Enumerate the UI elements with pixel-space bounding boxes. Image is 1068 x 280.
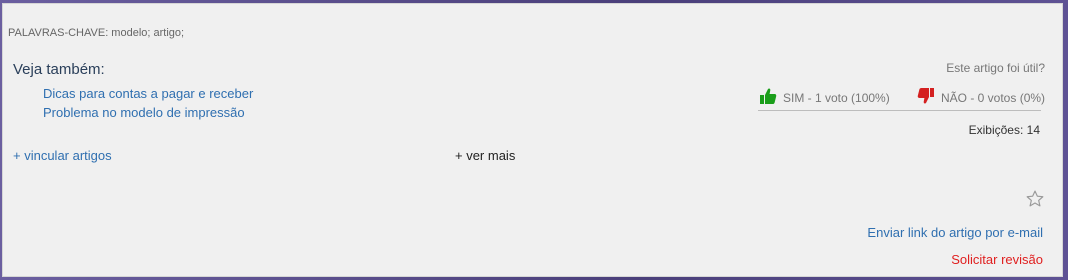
vote-no-label: NÃO - 0 votos (0%) bbox=[941, 90, 1046, 105]
article-footer-panel: PALAVRAS-CHAVE: modelo; artigo; Veja tam… bbox=[2, 3, 1063, 277]
email-article-link[interactable]: Enviar link do artigo por e-mail bbox=[867, 225, 1043, 240]
see-more-link[interactable]: + ver mais bbox=[455, 148, 515, 163]
feedback-divider bbox=[758, 110, 1041, 111]
thumbs-down-icon bbox=[917, 87, 941, 108]
window-background: PALAVRAS-CHAVE: modelo; artigo; Veja tam… bbox=[0, 0, 1068, 280]
vote-yes-label: SIM - 1 voto (100%) bbox=[783, 90, 890, 105]
related-article-link[interactable]: Dicas para contas a pagar e receber bbox=[43, 86, 253, 101]
favorite-star-icon[interactable] bbox=[1025, 189, 1045, 214]
request-review-link[interactable]: Solicitar revisão bbox=[951, 252, 1043, 267]
related-article-link[interactable]: Problema no modelo de impressão bbox=[43, 105, 245, 120]
keywords-line: PALAVRAS-CHAVE: modelo; artigo; bbox=[8, 27, 185, 39]
thumbs-up-icon bbox=[759, 87, 783, 108]
helpful-question: Este artigo foi útil? bbox=[946, 61, 1045, 75]
attach-articles-link[interactable]: + vincular artigos bbox=[13, 148, 112, 163]
vote-no-button[interactable]: NÃO - 0 votos (0%) bbox=[917, 87, 1045, 108]
views-count: Exibições: 14 bbox=[968, 123, 1040, 137]
vote-yes-button[interactable]: SIM - 1 voto (100%) bbox=[759, 87, 890, 108]
see-also-heading: Veja também: bbox=[13, 61, 105, 78]
